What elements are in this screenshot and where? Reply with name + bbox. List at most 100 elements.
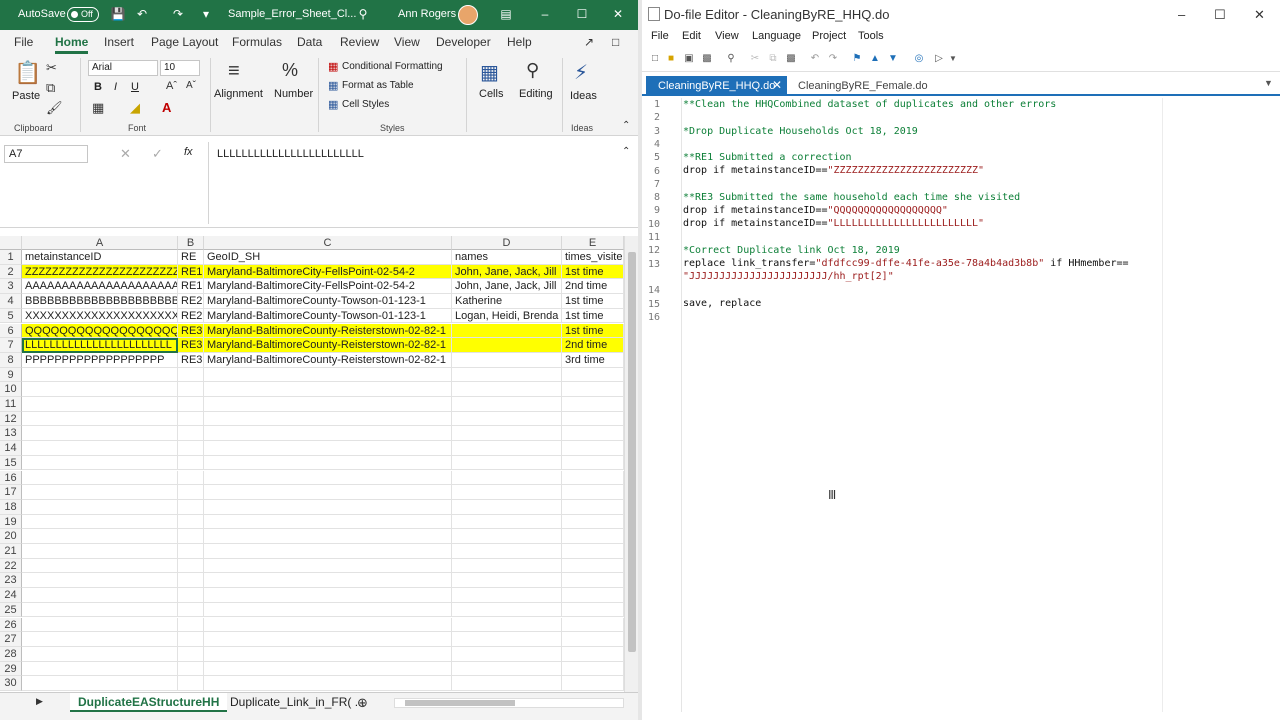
- table-cell[interactable]: [452, 352, 562, 368]
- table-cell[interactable]: [452, 323, 562, 339]
- undo-icon[interactable]: ↶: [134, 6, 150, 22]
- column-header-b[interactable]: B: [178, 236, 204, 250]
- table-cell[interactable]: [562, 441, 624, 456]
- table-cell[interactable]: RE1: [178, 279, 204, 295]
- table-cell[interactable]: John, Jane, Jack, Jill: [452, 264, 562, 280]
- table-cell[interactable]: [204, 617, 452, 633]
- share-icon[interactable]: ↗: [584, 35, 594, 49]
- show-file-in-viewer-icon[interactable]: ◎: [912, 52, 926, 66]
- conditional-formatting-button[interactable]: Conditional Formatting: [342, 61, 443, 72]
- editing-button[interactable]: Editing: [519, 88, 553, 100]
- font-name-select[interactable]: Arial: [88, 60, 158, 76]
- maximize-icon[interactable]: ☐: [574, 6, 590, 22]
- row-header[interactable]: 7: [0, 338, 22, 353]
- table-cell[interactable]: [452, 426, 562, 442]
- next-sheet-icon[interactable]: ▶: [36, 696, 43, 707]
- tab-view[interactable]: View: [394, 35, 420, 49]
- table-cell[interactable]: [562, 573, 624, 589]
- table-cell[interactable]: RE3: [178, 338, 204, 353]
- enter-icon[interactable]: ✓: [152, 146, 163, 162]
- row-header[interactable]: 30: [0, 676, 22, 691]
- cut-icon[interactable]: ✂: [46, 60, 57, 76]
- table-cell[interactable]: [452, 544, 562, 559]
- table-cell[interactable]: 1st time: [562, 264, 624, 280]
- save-icon[interactable]: 💾: [110, 6, 126, 22]
- table-cell[interactable]: Maryland-BaltimoreCounty-Reisterstown-02…: [204, 352, 452, 368]
- table-cell[interactable]: Maryland-BaltimoreCounty-Reisterstown-02…: [204, 338, 452, 353]
- row-header[interactable]: 23: [0, 573, 22, 589]
- row-header[interactable]: 22: [0, 558, 22, 574]
- table-cell[interactable]: [178, 426, 204, 442]
- table-cell[interactable]: [452, 646, 562, 662]
- row-header[interactable]: 29: [0, 661, 22, 677]
- horizontal-scroll-thumb[interactable]: [405, 700, 515, 706]
- underline-button[interactable]: U: [131, 81, 139, 93]
- table-cell[interactable]: RE2: [178, 294, 204, 309]
- table-cell[interactable]: [204, 602, 452, 618]
- save-icon[interactable]: ▣: [682, 52, 696, 66]
- table-cell[interactable]: Maryland-BaltimoreCounty-Reisterstown-02…: [204, 323, 452, 339]
- table-cell[interactable]: [22, 411, 178, 427]
- tab-data[interactable]: Data: [297, 35, 322, 49]
- table-cell[interactable]: [452, 470, 562, 486]
- table-cell[interactable]: [562, 588, 624, 603]
- table-cell[interactable]: 1st time: [562, 323, 624, 339]
- collapse-ribbon-icon[interactable]: ⌃: [622, 120, 630, 131]
- table-cell[interactable]: PPPPPPPPPPPPPPPPPPP: [22, 352, 178, 368]
- table-cell[interactable]: [178, 441, 204, 456]
- table-cell[interactable]: [204, 367, 452, 383]
- table-cell[interactable]: [204, 573, 452, 589]
- increase-font-icon[interactable]: Aˆ: [166, 80, 177, 92]
- alignment-icon[interactable]: ≡: [228, 60, 240, 83]
- table-cell[interactable]: [204, 661, 452, 677]
- table-cell[interactable]: [204, 382, 452, 397]
- find-icon[interactable]: ⚲: [724, 52, 738, 66]
- table-cell[interactable]: [452, 441, 562, 456]
- execute-icon[interactable]: ▷: [932, 52, 946, 66]
- next-bookmark-icon[interactable]: ▼: [886, 52, 900, 66]
- code-editor[interactable]: 1 2 3 4 5 6 7 8 9 10 11 12 13 14 15 16 **Clean the HHQC…: [642, 98, 1280, 712]
- table-cell[interactable]: [22, 646, 178, 662]
- table-cell[interactable]: Logan, Heidi, Brenda: [452, 308, 562, 324]
- borders-icon[interactable]: ▦: [92, 100, 104, 116]
- table-cell[interactable]: [562, 397, 624, 412]
- table-cell[interactable]: John, Jane, Jack, Jill: [452, 279, 562, 295]
- table-cell[interactable]: [562, 661, 624, 677]
- table-cell[interactable]: [22, 382, 178, 397]
- table-cell[interactable]: [22, 617, 178, 633]
- minimize-icon[interactable]: –: [1178, 7, 1185, 22]
- table-cell[interactable]: [22, 470, 178, 486]
- table-cell[interactable]: [178, 499, 204, 515]
- redo-icon[interactable]: ↷: [826, 52, 840, 66]
- table-cell[interactable]: [562, 382, 624, 397]
- table-cell[interactable]: [452, 455, 562, 471]
- add-sheet-icon[interactable]: ⊕: [357, 695, 368, 711]
- comments-icon[interactable]: □: [612, 35, 619, 49]
- table-cell[interactable]: 1st time: [562, 294, 624, 309]
- collapse-formula-icon[interactable]: ⌃: [622, 146, 630, 157]
- table-cell[interactable]: [452, 499, 562, 515]
- table-cell[interactable]: [204, 676, 452, 691]
- table-cell[interactable]: [452, 573, 562, 589]
- table-cell[interactable]: [178, 558, 204, 574]
- tab-page-layout[interactable]: Page Layout: [151, 35, 218, 49]
- table-cell[interactable]: [562, 426, 624, 442]
- row-header[interactable]: 28: [0, 646, 22, 662]
- table-cell[interactable]: [178, 544, 204, 559]
- table-cell[interactable]: ZZZZZZZZZZZZZZZZZZZZZZZZ: [22, 264, 178, 280]
- paste-icon[interactable]: ▩: [784, 52, 798, 66]
- table-cell[interactable]: [178, 602, 204, 618]
- menu-language[interactable]: Language: [752, 30, 801, 42]
- table-cell[interactable]: [178, 382, 204, 397]
- table-cell[interactable]: [452, 338, 562, 353]
- table-cell[interactable]: [22, 573, 178, 589]
- table-cell[interactable]: [22, 544, 178, 559]
- tabs-dropdown-icon[interactable]: ▼: [1264, 78, 1273, 88]
- table-cell[interactable]: [562, 558, 624, 574]
- format-as-table-button[interactable]: Format as Table: [342, 80, 414, 91]
- row-header[interactable]: 15: [0, 455, 22, 471]
- table-cell[interactable]: [562, 514, 624, 530]
- format-painter-icon[interactable]: 🖌: [46, 100, 63, 116]
- row-header[interactable]: 3: [0, 279, 22, 295]
- row-header[interactable]: 12: [0, 411, 22, 427]
